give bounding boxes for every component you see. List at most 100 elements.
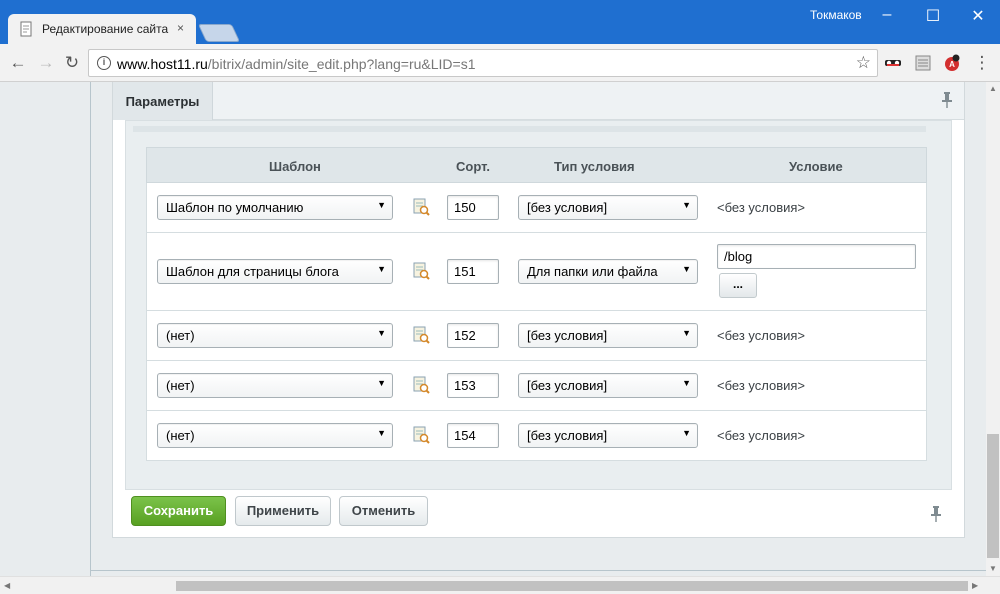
- edit-template-icon[interactable]: [412, 262, 430, 280]
- chevron-down-icon: ▼: [682, 264, 691, 274]
- apply-button[interactable]: Применить: [235, 496, 331, 526]
- template-select-value: (нет): [166, 328, 195, 343]
- scroll-left-icon[interactable]: ◀: [4, 581, 10, 590]
- condition-type-select[interactable]: [без условия] ▼: [518, 323, 698, 348]
- template-select-value: Шаблон по умолчанию: [166, 200, 304, 215]
- sort-input[interactable]: 154: [447, 423, 499, 448]
- menu-dots-icon[interactable]: ⋮: [972, 53, 992, 73]
- info-icon[interactable]: i: [97, 56, 111, 70]
- url-text[interactable]: www.host11.ru/bitrix/admin/site_edit.php…: [117, 56, 476, 72]
- panel-tab-header: Параметры: [113, 82, 964, 120]
- chevron-down-icon: ▼: [682, 378, 691, 388]
- template-select-value: (нет): [166, 428, 195, 443]
- condition-type-select[interactable]: [без условия] ▼: [518, 373, 698, 398]
- chevron-down-icon: ▼: [682, 428, 691, 438]
- table-row: (нет) ▼ 154 [без условия] ▼ <без условия…: [146, 411, 927, 461]
- sort-input[interactable]: 152: [447, 323, 499, 348]
- template-select-value: (нет): [166, 378, 195, 393]
- url-path: /bitrix/admin/site_edit.php?lang=ru&LID=…: [207, 56, 476, 72]
- section-separator: [133, 126, 926, 132]
- address-bar[interactable]: i www.host11.ru/bitrix/admin/site_edit.p…: [88, 49, 878, 77]
- page-content: Параметры Шаблон Сорт. Тип условия Услов…: [0, 82, 986, 576]
- url-host: www.host11.ru: [117, 56, 208, 72]
- table-row: (нет) ▼ 153 [без условия] ▼ <без условия…: [146, 361, 927, 411]
- horizontal-scroll-thumb[interactable]: [176, 581, 968, 591]
- header-condition: Условие: [789, 159, 843, 174]
- scroll-up-icon[interactable]: ▲: [989, 84, 997, 93]
- new-tab-button[interactable]: [197, 24, 241, 42]
- table-row: Шаблон по умолчанию ▼ 150 [без условия] …: [146, 183, 927, 233]
- cancel-button[interactable]: Отменить: [339, 496, 428, 526]
- condition-text: <без условия>: [717, 328, 806, 343]
- chevron-down-icon: ▼: [377, 428, 386, 438]
- chevron-down-icon: ▼: [377, 378, 386, 388]
- condition-type-select[interactable]: Для папки или файла ▼: [518, 259, 698, 284]
- profile-name[interactable]: Токмаков: [810, 8, 862, 22]
- left-border: [90, 82, 91, 576]
- table-row: Шаблон для страницы блога ▼ 151 Для папк…: [146, 233, 927, 311]
- chevron-down-icon: ▼: [377, 200, 386, 210]
- browser-tab[interactable]: Редактирование сайта ×: [8, 14, 196, 44]
- condition-path-input[interactable]: /blog: [717, 244, 916, 269]
- chevron-down-icon: ▼: [682, 200, 691, 210]
- table-header: Шаблон Сорт. Тип условия Условие: [146, 147, 927, 183]
- browse-button[interactable]: ...: [719, 273, 757, 298]
- vertical-scroll-thumb[interactable]: [987, 434, 999, 558]
- condition-type-value: Для папки или файла: [527, 264, 658, 279]
- sort-input[interactable]: 151: [447, 259, 499, 284]
- edit-template-icon[interactable]: [412, 426, 430, 444]
- document-favicon-icon: [20, 21, 32, 37]
- template-select[interactable]: (нет) ▼: [157, 323, 393, 348]
- condition-type-value: [без условия]: [527, 200, 608, 215]
- template-select[interactable]: (нет) ▼: [157, 423, 393, 448]
- sort-input[interactable]: 150: [447, 195, 499, 220]
- tab-parameters[interactable]: Параметры: [113, 82, 213, 120]
- template-select[interactable]: Шаблон по умолчанию ▼: [157, 195, 393, 220]
- header-sort: Сорт.: [456, 159, 490, 174]
- maximize-icon[interactable]: ☐: [918, 6, 948, 26]
- back-arrow-icon[interactable]: ←: [8, 53, 28, 73]
- tab-close-icon[interactable]: ×: [177, 21, 184, 35]
- bottom-border: [90, 570, 986, 571]
- chevron-down-icon: ▼: [377, 264, 386, 274]
- settings-panel: Параметры Шаблон Сорт. Тип условия Услов…: [112, 82, 965, 538]
- edit-template-icon[interactable]: [412, 326, 430, 344]
- header-condition-type: Тип условия: [554, 159, 635, 174]
- reload-icon[interactable]: ↻: [62, 53, 82, 73]
- condition-type-select[interactable]: [без условия] ▼: [518, 195, 698, 220]
- scroll-right-icon[interactable]: ▶: [972, 581, 978, 590]
- browser-titlebar: Редактирование сайта × Токмаков – ☐ ✕: [0, 0, 1000, 44]
- condition-type-select[interactable]: [без условия] ▼: [518, 423, 698, 448]
- edit-template-icon[interactable]: [412, 376, 430, 394]
- condition-text: <без условия>: [717, 428, 806, 443]
- forward-arrow-icon[interactable]: →: [36, 53, 56, 73]
- abp-extension-icon[interactable]: A: [943, 54, 961, 72]
- condition-type-value: [без условия]: [527, 428, 608, 443]
- sort-input[interactable]: 153: [447, 373, 499, 398]
- chevron-down-icon: ▼: [682, 328, 691, 338]
- svg-text:A: A: [949, 60, 955, 69]
- edit-template-icon[interactable]: [412, 198, 430, 216]
- pin-icon[interactable]: [941, 92, 953, 112]
- header-template: Шаблон: [269, 159, 321, 174]
- condition-type-value: [без условия]: [527, 328, 608, 343]
- bottom-pin-icon[interactable]: [930, 506, 942, 526]
- reader-extension-icon[interactable]: [914, 54, 932, 72]
- scroll-down-icon[interactable]: ▼: [989, 564, 997, 573]
- incognito-extension-icon[interactable]: [884, 54, 902, 72]
- template-select-value: Шаблон для страницы блога: [166, 264, 339, 279]
- save-button[interactable]: Сохранить: [131, 496, 226, 526]
- template-select[interactable]: Шаблон для страницы блога ▼: [157, 259, 393, 284]
- close-window-icon[interactable]: ✕: [963, 6, 993, 26]
- condition-text: <без условия>: [717, 200, 806, 215]
- horizontal-scrollbar[interactable]: ◀ ▶: [0, 576, 1000, 594]
- tab-title: Редактирование сайта: [42, 22, 169, 36]
- condition-type-value: [без условия]: [527, 378, 608, 393]
- templates-table: Шаблон Сорт. Тип условия Условие Шаблон …: [146, 147, 927, 461]
- template-select[interactable]: (нет) ▼: [157, 373, 393, 398]
- minimize-icon[interactable]: –: [872, 6, 902, 24]
- bookmark-star-icon[interactable]: ☆: [856, 53, 871, 73]
- vertical-scrollbar[interactable]: ▲ ▼: [986, 82, 1000, 576]
- table-row: (нет) ▼ 152 [без условия] ▼ <без условия…: [146, 311, 927, 361]
- browser-toolbar: ← → ↻ i www.host11.ru/bitrix/admin/site_…: [0, 44, 1000, 82]
